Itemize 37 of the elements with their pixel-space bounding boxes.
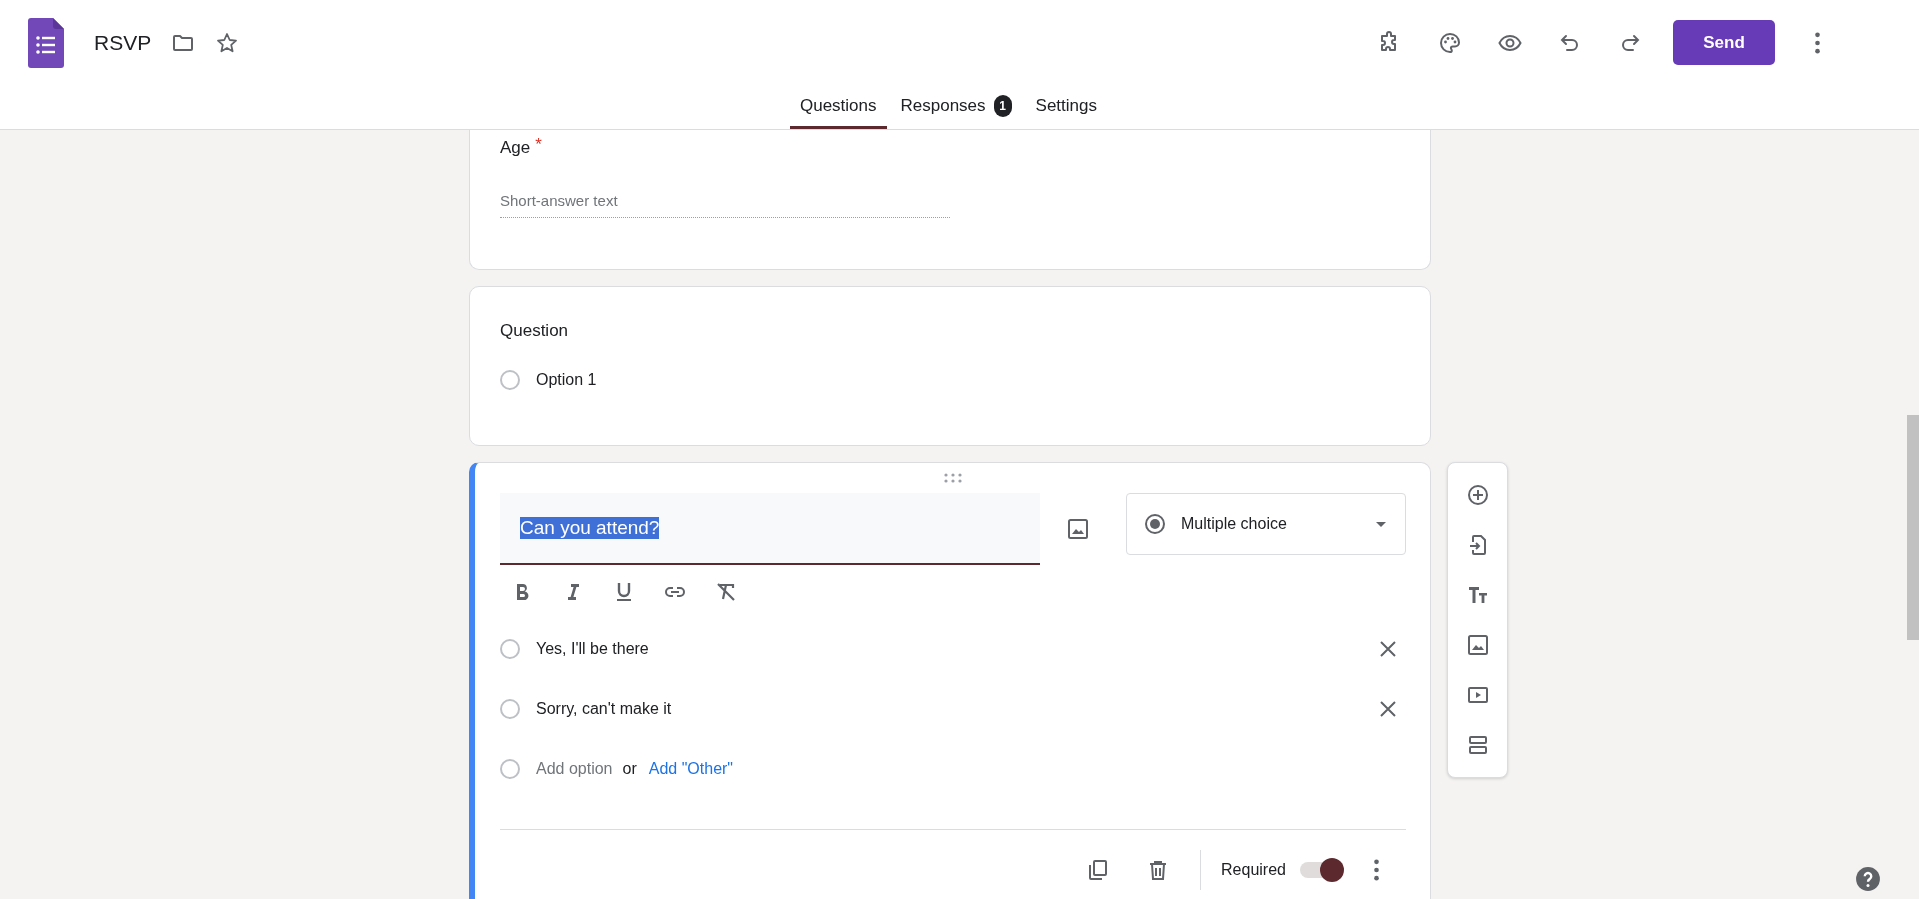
tab[interactable]: Settings [1025, 85, 1107, 129]
forms-logo[interactable] [28, 17, 64, 68]
option-label[interactable]: Yes, I'll be there [536, 640, 1370, 658]
star-icon [215, 30, 240, 55]
radio-button[interactable] [500, 699, 520, 719]
question-type-dropdown[interactable]: Multiple choice [1126, 493, 1406, 555]
required-label: Required [1221, 861, 1286, 879]
count-badge: 1 [993, 94, 1012, 117]
help-button[interactable] [1855, 866, 1881, 892]
add-other-link[interactable]: Add "Other" [648, 760, 734, 778]
more-options-icon [1372, 858, 1380, 882]
or-label: or [622, 760, 637, 778]
add-option-link[interactable]: Add option [536, 760, 613, 778]
radio-button[interactable] [500, 639, 520, 659]
radio-button[interactable] [500, 370, 520, 390]
send-button[interactable]: Send [1673, 20, 1775, 66]
option-label: Option 1 [536, 371, 597, 389]
question-title: Age [500, 137, 531, 159]
help-icon [1855, 866, 1881, 892]
document-title[interactable]: RSVP [94, 30, 152, 55]
scrollbar[interactable] [1907, 415, 1919, 640]
question-title: Question [500, 320, 570, 342]
option-label[interactable]: Sorry, can't make it [536, 700, 1370, 718]
drag-handle-icon[interactable] [942, 472, 964, 484]
question-card[interactable]: Question Option 1 [469, 286, 1431, 446]
more-icon [1813, 30, 1821, 55]
answer-field: Short-answer text [500, 192, 950, 218]
add-image-icon [1465, 633, 1490, 657]
radio-icon [1143, 512, 1167, 536]
add-question-icon [1465, 483, 1490, 507]
question-title-field[interactable]: Can you attend? [500, 493, 1040, 565]
radio-button[interactable] [500, 759, 520, 779]
caret-icon [1375, 520, 1387, 528]
required-mark: * [535, 134, 542, 156]
add-image-icon [1066, 517, 1090, 541]
tab[interactable]: Responses 1 [890, 85, 1022, 129]
palette-icon [1438, 30, 1462, 55]
